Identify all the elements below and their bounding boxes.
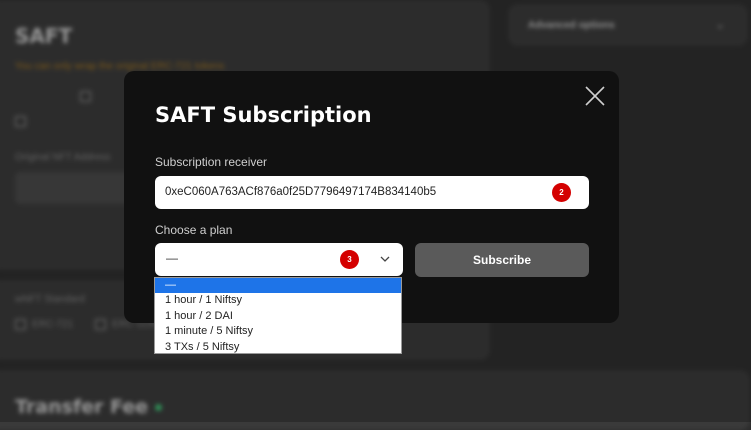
plan-option[interactable]: — (155, 278, 401, 294)
plan-option[interactable]: 1 hour / 2 DAI (155, 309, 401, 324)
receiver-label: Subscription receiver (155, 155, 268, 169)
subscribe-button[interactable]: Subscribe (415, 243, 589, 277)
plan-label: Choose a plan (155, 223, 233, 237)
chevron-down-icon (380, 256, 390, 262)
step-badge: 3 (340, 250, 359, 269)
step-badge: 2 (552, 183, 571, 202)
plan-dropdown-list: — 1 hour / 1 Niftsy 1 hour / 2 DAI 1 min… (154, 277, 402, 354)
subscription-receiver-input[interactable]: 0xeC060A763ACf876a0f25D7796497174B834140… (155, 176, 589, 209)
plan-select[interactable]: — 3 (155, 243, 403, 276)
plan-option[interactable]: 3 TXs / 5 Niftsy (155, 340, 401, 355)
plan-option[interactable]: 1 hour / 1 Niftsy (155, 293, 401, 308)
modal-title: SAFT Subscription (155, 103, 372, 127)
close-icon[interactable] (583, 84, 607, 108)
plan-selected-value: — (166, 251, 178, 265)
plan-option[interactable]: 1 minute / 5 Niftsy (155, 324, 401, 339)
receiver-value: 0xeC060A763ACf876a0f25D7796497174B834140… (165, 186, 437, 198)
